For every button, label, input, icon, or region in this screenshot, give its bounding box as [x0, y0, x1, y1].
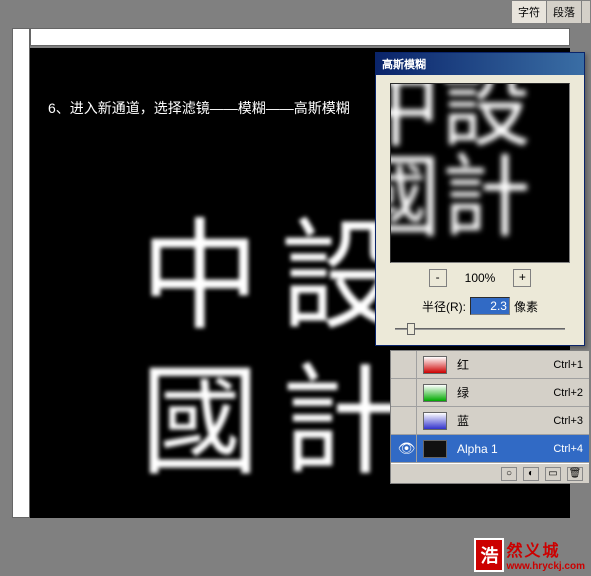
- watermark: 浩 然义城 www.hryckj.com: [474, 537, 585, 572]
- visibility-icon[interactable]: 👁: [397, 435, 417, 462]
- visibility-icon[interactable]: [397, 351, 417, 378]
- char-4: 計: [270, 363, 410, 508]
- char-3: 國: [130, 363, 270, 508]
- channel-row-3[interactable]: 👁 Alpha 1Ctrl+4: [391, 435, 589, 463]
- zoom-value: 100%: [465, 271, 496, 285]
- channel-shortcut: Ctrl+2: [553, 387, 583, 399]
- channel-shortcut: Ctrl+4: [553, 443, 583, 455]
- save-selection-icon[interactable]: ◐: [523, 467, 539, 481]
- channel-name: 蓝: [453, 412, 553, 429]
- new-channel-icon[interactable]: ▭: [545, 467, 561, 481]
- channel-name: Alpha 1: [453, 442, 553, 456]
- preview-content: 中設國計: [390, 83, 531, 244]
- channels-panel: 红Ctrl+1绿Ctrl+2蓝Ctrl+3👁Alpha 1Ctrl+4 ○ ◐ …: [390, 350, 590, 484]
- char-1: 中: [130, 218, 270, 363]
- channel-name: 绿: [453, 384, 553, 401]
- watermark-url: www.hryckj.com: [506, 561, 585, 572]
- visibility-icon[interactable]: [397, 379, 417, 406]
- preview-box[interactable]: 中設國計: [390, 83, 570, 263]
- gaussian-blur-dialog: 高斯模糊 中設國計 - 100% + 半径(R): 像素: [375, 52, 585, 346]
- tab-paragraph[interactable]: 段落: [547, 1, 582, 23]
- ruler-vertical: [12, 28, 30, 518]
- channel-thumb: [423, 440, 447, 458]
- channel-row-1[interactable]: 绿Ctrl+2: [391, 379, 589, 407]
- radius-input[interactable]: [470, 297, 510, 315]
- radius-slider[interactable]: [395, 321, 565, 337]
- watermark-text: 然义城: [506, 537, 585, 561]
- dialog-title: 高斯模糊: [376, 53, 584, 75]
- channel-thumb: [423, 412, 447, 430]
- channel-thumb: [423, 384, 447, 402]
- channel-shortcut: Ctrl+3: [553, 415, 583, 427]
- channels-footer: ○ ◐ ▭ 🗑: [391, 463, 589, 483]
- palette-tabs: 字符 段落: [511, 0, 591, 24]
- channel-name: 红: [453, 356, 553, 373]
- channel-shortcut: Ctrl+1: [553, 359, 583, 371]
- delete-channel-icon[interactable]: 🗑: [567, 467, 583, 481]
- calligraphy-text: 中 設 國 計: [130, 218, 410, 508]
- zoom-out-button[interactable]: -: [429, 269, 447, 287]
- channel-thumb: [423, 356, 447, 374]
- load-selection-icon[interactable]: ○: [501, 467, 517, 481]
- ruler-horizontal: [30, 28, 570, 46]
- radius-unit: 像素: [514, 298, 538, 315]
- channel-row-2[interactable]: 蓝Ctrl+3: [391, 407, 589, 435]
- visibility-icon[interactable]: [397, 407, 417, 434]
- radius-label: 半径(R):: [422, 298, 466, 315]
- slider-handle[interactable]: [407, 323, 415, 335]
- channel-row-0[interactable]: 红Ctrl+1: [391, 351, 589, 379]
- watermark-badge: 浩: [474, 538, 504, 572]
- zoom-in-button[interactable]: +: [513, 269, 531, 287]
- tab-character[interactable]: 字符: [512, 1, 547, 23]
